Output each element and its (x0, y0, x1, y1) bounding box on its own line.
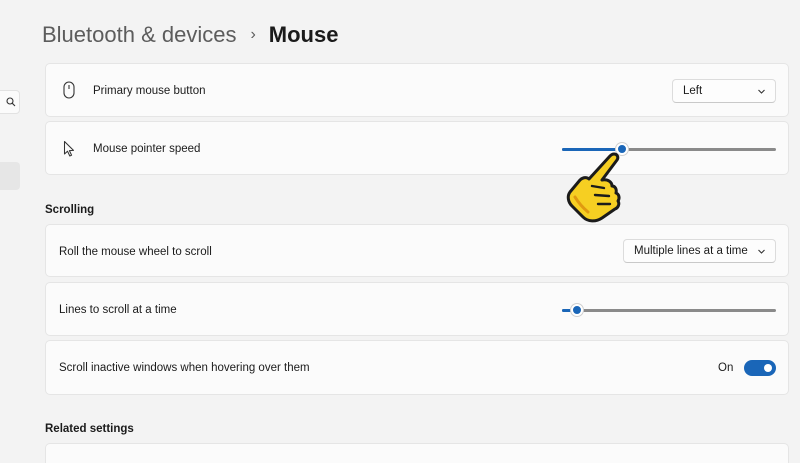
roll-wheel-dropdown[interactable]: Multiple lines at a time (623, 239, 776, 263)
slider-track (562, 309, 776, 312)
toggle-knob (764, 364, 772, 372)
selected-nav-item[interactable] (0, 162, 20, 190)
lines-to-scroll-card: Lines to scroll at a time (45, 282, 789, 336)
scroll-inactive-toggle[interactable] (744, 360, 776, 376)
dropdown-selected-value: Multiple lines at a time (634, 245, 748, 257)
lines-to-scroll-slider[interactable] (562, 304, 776, 316)
scroll-inactive-windows-label: Scroll inactive windows when hovering ov… (59, 362, 310, 374)
primary-mouse-button-card: Primary mouse button Left (45, 63, 789, 117)
related-settings-title: Related settings (45, 423, 134, 435)
toggle-state-text: On (718, 362, 734, 374)
search-icon (6, 97, 16, 107)
scroll-inactive-windows-card: Scroll inactive windows when hovering ov… (45, 340, 789, 395)
dropdown-selected-value: Left (683, 85, 703, 97)
primary-mouse-button-dropdown[interactable]: Left (672, 79, 776, 103)
breadcrumb: Bluetooth & devices › Mouse (42, 18, 338, 52)
related-settings-card[interactable] (45, 443, 789, 463)
lines-to-scroll-label: Lines to scroll at a time (59, 304, 177, 316)
breadcrumb-parent-link[interactable]: Bluetooth & devices (42, 22, 236, 48)
breadcrumb-chevron-icon: › (250, 26, 256, 43)
roll-wheel-label: Roll the mouse wheel to scroll (59, 246, 212, 258)
slider-thumb[interactable] (571, 304, 583, 316)
mouse-icon (63, 81, 75, 99)
pointing-hand-icon (566, 152, 621, 223)
navigation-pane-edge (0, 0, 22, 450)
search-box[interactable] (0, 90, 20, 114)
chevron-down-icon (758, 89, 765, 94)
scrolling-section-title: Scrolling (45, 204, 95, 216)
mouse-pointer-speed-card: Mouse pointer speed (45, 121, 789, 175)
roll-wheel-card: Roll the mouse wheel to scroll Multiple … (45, 224, 789, 277)
page-title: Mouse (268, 22, 339, 47)
primary-mouse-button-label: Primary mouse button (93, 85, 206, 97)
mouse-pointer-speed-label: Mouse pointer speed (93, 143, 201, 155)
pointer-arrow-icon (63, 140, 75, 157)
chevron-down-icon (758, 249, 765, 254)
